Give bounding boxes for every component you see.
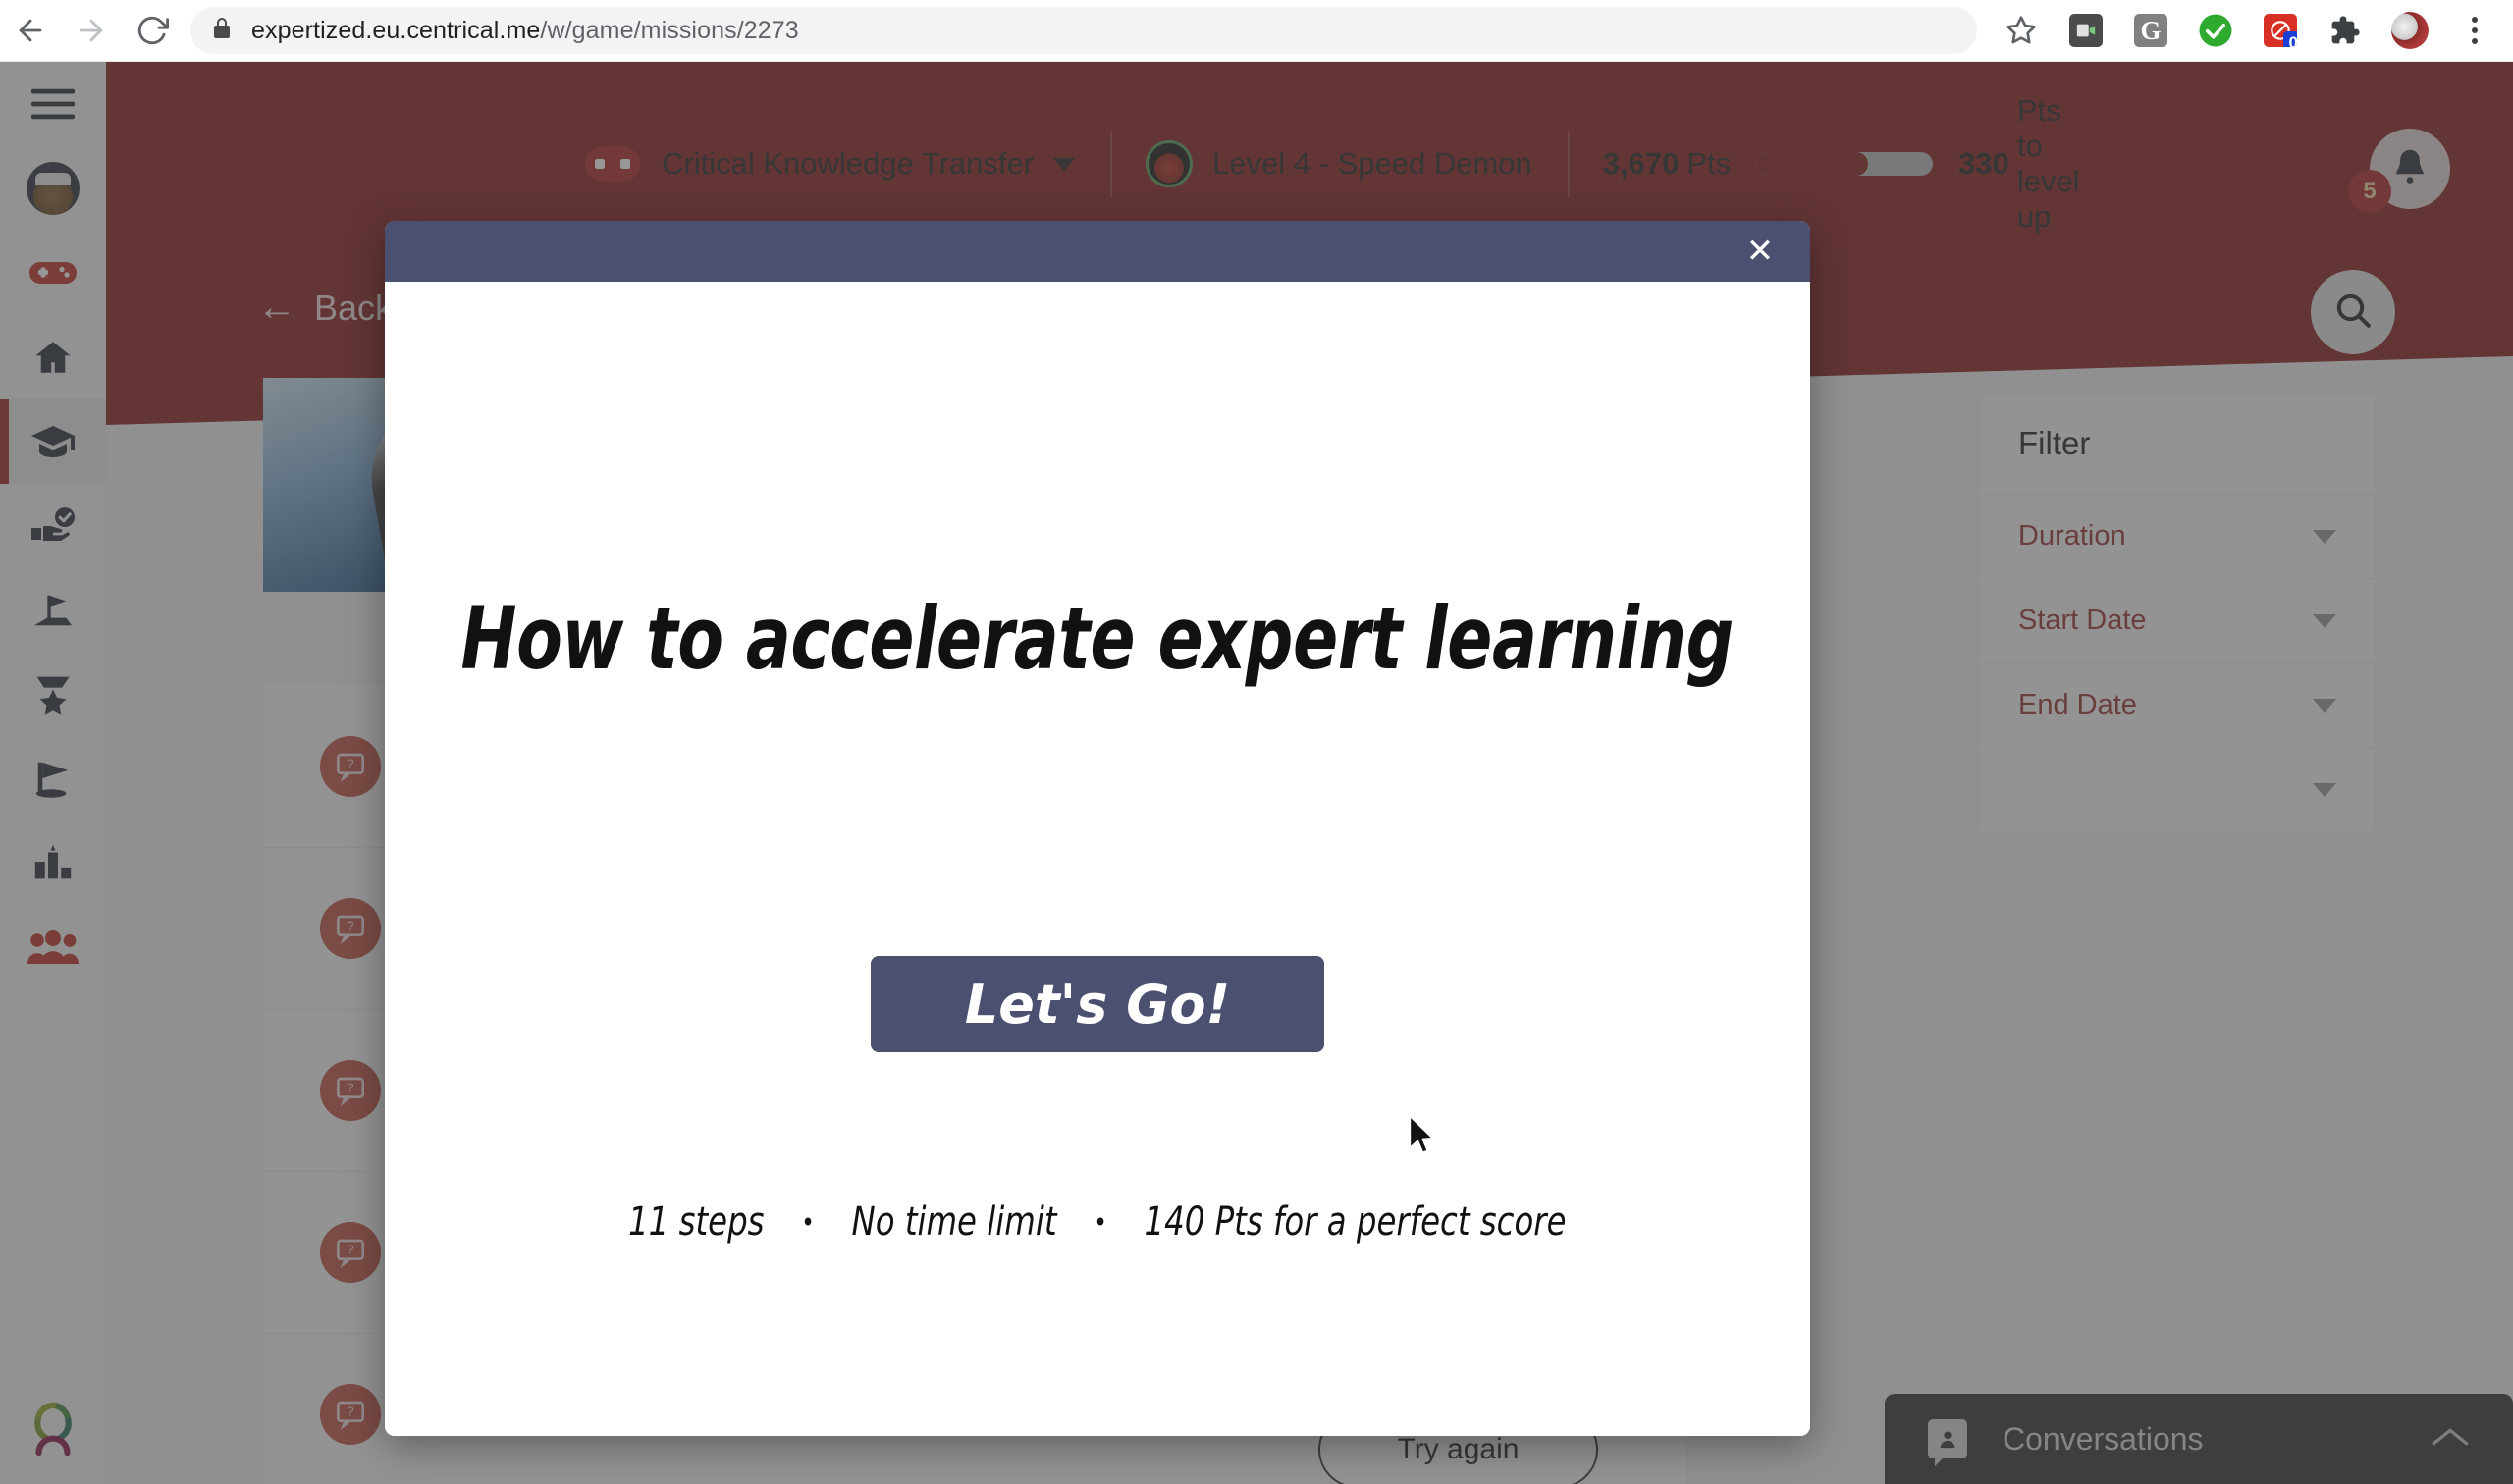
meta-time-limit: No time limit (851, 1199, 1057, 1245)
app-page: Critical Knowledge Transfer Level 4 - Sp… (0, 62, 2513, 1484)
browser-toolbar: expertized.eu.centrical.me/w/game/missio… (0, 0, 2513, 62)
mission-meta: 11 steps • No time limit • 140 Pts for a… (628, 1199, 1566, 1245)
page-title: How to accelerate expert learning (460, 588, 1735, 689)
grammarly-extension-icon[interactable]: G (2123, 3, 2178, 58)
modal-header: ✕ (385, 221, 1810, 282)
meta-steps: 11 steps (628, 1199, 765, 1245)
profile-avatar-icon[interactable] (2382, 3, 2437, 58)
checkmark-extension-icon[interactable] (2188, 3, 2243, 58)
browser-forward-button[interactable] (61, 0, 122, 61)
meta-separator: • (1094, 1205, 1107, 1239)
adblock-extension-icon[interactable]: 0 (2253, 3, 2308, 58)
url-text: expertized.eu.centrical.me/w/game/missio… (251, 16, 799, 44)
adblock-count-badge: 0 (2282, 30, 2297, 47)
mission-intro-modal: ✕ How to accelerate expert learning Let'… (385, 221, 1810, 1436)
close-icon[interactable]: ✕ (1738, 229, 1783, 274)
mouse-cursor (1408, 1114, 1437, 1162)
lock-icon (210, 17, 234, 45)
bookmark-star-icon[interactable] (1994, 3, 2049, 58)
modal-body: How to accelerate expert learning Let's … (385, 282, 1810, 1436)
grammarly-letter: G (2134, 14, 2167, 47)
lets-go-button[interactable]: Let's Go! (871, 956, 1324, 1052)
meta-score: 140 Pts for a perfect score (1144, 1199, 1567, 1245)
kebab-menu-icon[interactable] (2447, 3, 2502, 58)
puzzle-extensions-icon[interactable] (2318, 3, 2373, 58)
browser-back-button[interactable] (0, 0, 61, 61)
meta-separator: • (801, 1205, 815, 1239)
browser-reload-button[interactable] (122, 0, 183, 61)
browser-actions: G 0 (1989, 3, 2513, 58)
media-extension-icon[interactable] (2059, 3, 2113, 58)
address-bar[interactable]: expertized.eu.centrical.me/w/game/missio… (190, 7, 1977, 54)
